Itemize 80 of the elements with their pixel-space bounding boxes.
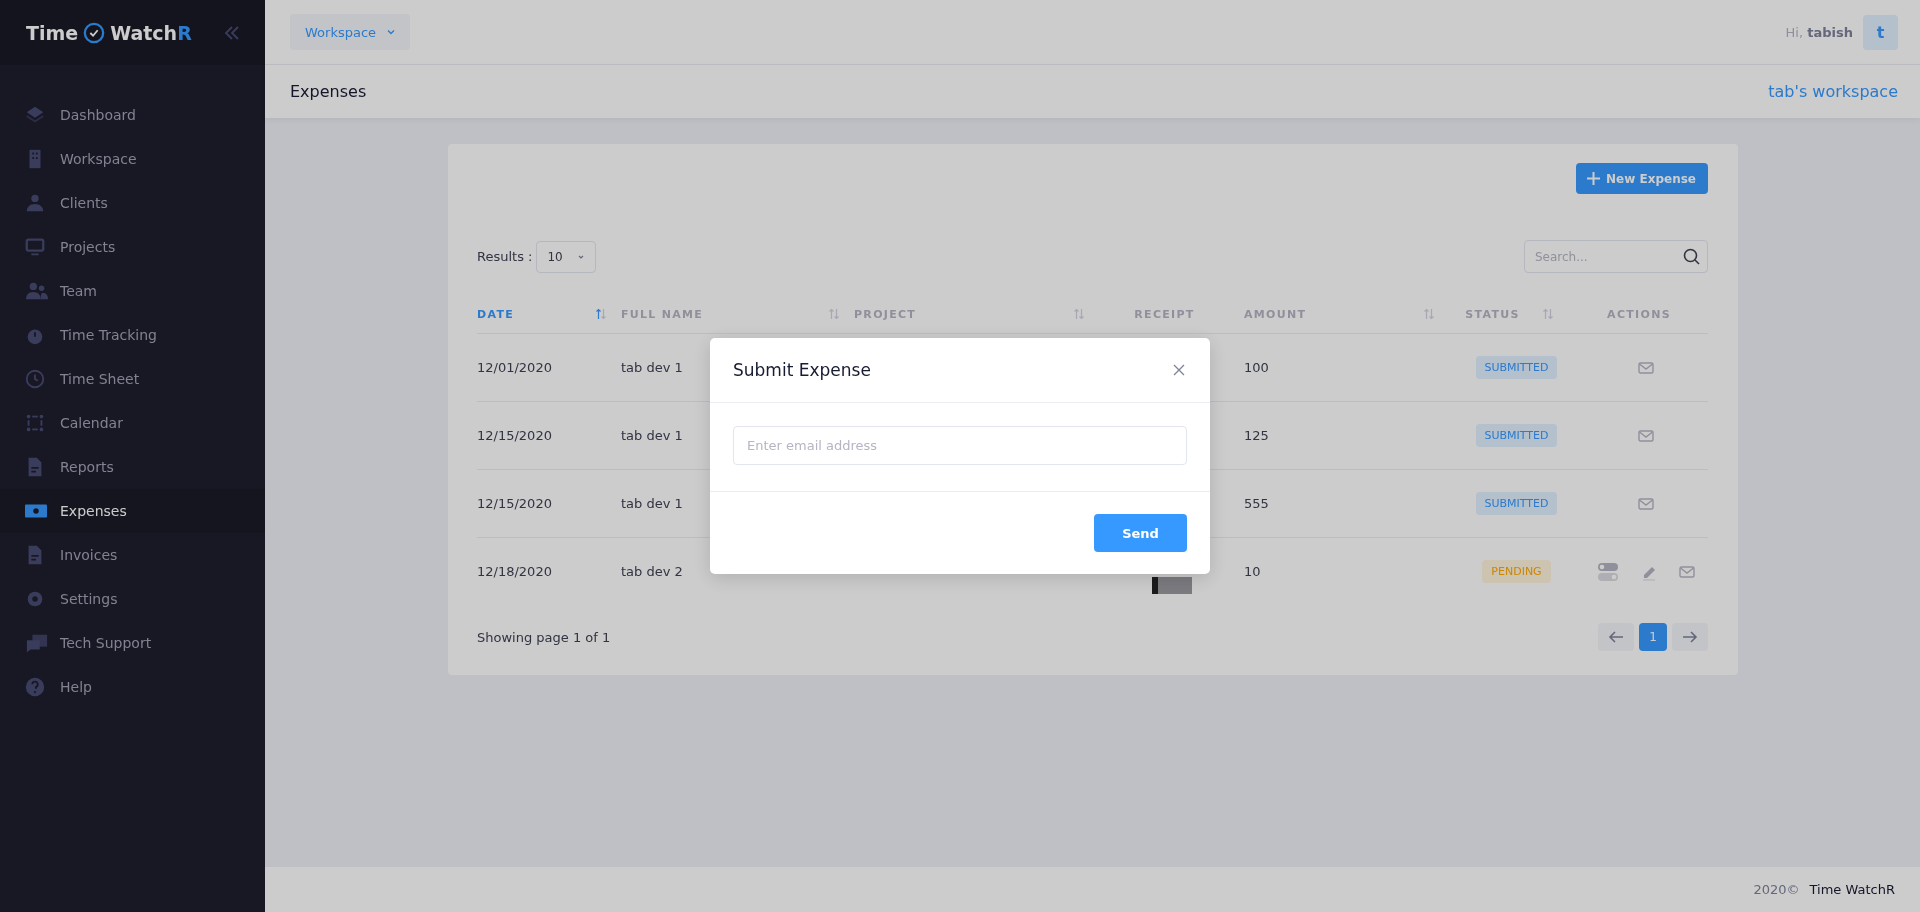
send-button[interactable]: Send <box>1094 514 1187 552</box>
status-badge: PENDING <box>1482 560 1551 583</box>
workspace-dropdown[interactable]: Workspace <box>290 14 411 50</box>
clock-icon <box>24 368 46 390</box>
date-cell: 12/15/2020 <box>477 496 552 511</box>
new-expense-button[interactable]: New Expense <box>1576 163 1708 194</box>
sidebar-item[interactable]: Clients <box>0 181 265 225</box>
name-cell: tab dev 1 <box>621 496 683 511</box>
column-header[interactable]: DATE <box>477 295 621 334</box>
envelope-icon <box>1638 496 1654 511</box>
receipt-thumbnail[interactable] <box>1151 577 1192 594</box>
previous-page-button[interactable] <box>1598 623 1634 651</box>
date-cell: 12/01/2020 <box>477 360 552 375</box>
sidebar-item[interactable]: Settings <box>0 577 265 621</box>
name-cell: tab dev 2 <box>621 564 683 579</box>
greeting-text: Hi, tabish <box>1785 24 1853 40</box>
close-button[interactable] <box>1171 362 1187 378</box>
toggle-button[interactable] <box>1597 561 1619 582</box>
results-label: Results : <box>477 249 533 264</box>
status-badge: SUBMITTED <box>1475 424 1558 447</box>
sidebar-item[interactable]: Time Sheet <box>0 357 265 401</box>
date-cell: 12/15/2020 <box>477 428 552 443</box>
chevron-down-icon <box>386 27 397 37</box>
page-title: Expenses <box>290 82 367 101</box>
double-chevron-left-icon[interactable] <box>223 23 241 42</box>
plus-icon <box>1586 171 1602 186</box>
logo-text: Time <box>26 21 79 44</box>
users-icon <box>24 280 50 302</box>
sidebar-item[interactable]: Invoices <box>0 533 265 577</box>
help-icon <box>24 676 46 698</box>
amount-cell: 125 <box>1244 428 1269 443</box>
status-badge: SUBMITTED <box>1475 492 1558 515</box>
amount-cell: 100 <box>1244 360 1269 375</box>
sidebar-item[interactable]: Reports <box>0 445 265 489</box>
email-button[interactable] <box>1679 564 1695 579</box>
sidebar-item[interactable]: Expenses <box>0 489 265 533</box>
sidebar-item[interactable]: Projects <box>0 225 265 269</box>
amount-cell: 555 <box>1244 496 1269 511</box>
date-cell: 12/18/2020 <box>477 564 552 579</box>
user-avatar[interactable]: t <box>1863 14 1898 50</box>
search-field[interactable]: Search... <box>1524 240 1708 273</box>
envelope-icon <box>1679 564 1695 579</box>
close-icon <box>1173 364 1185 376</box>
sidebar-item[interactable]: Calendar <box>0 401 265 445</box>
search-icon <box>1683 248 1700 265</box>
sidebar-item[interactable]: Tech Support <box>0 621 265 665</box>
footer-brand-link[interactable]: Time WatchR <box>1809 882 1895 897</box>
results-per-page-select[interactable]: 10 <box>536 240 596 273</box>
workspace-link[interactable]: tab's workspace <box>1768 82 1898 101</box>
calendar-icon <box>24 412 46 434</box>
arrow-left-icon <box>1608 630 1624 644</box>
email-button[interactable] <box>1638 428 1654 443</box>
copyright-year: 2020© <box>1753 882 1800 897</box>
toggle-icon <box>1597 561 1619 582</box>
chat-icon <box>24 632 50 654</box>
sidebar-item[interactable]: Dashboard <box>0 93 265 137</box>
email-button[interactable] <box>1638 496 1654 511</box>
column-header: ACTIONS <box>1584 295 1708 334</box>
sidebar-item[interactable]: Team <box>0 269 265 313</box>
sidebar-item[interactable]: Time Tracking <box>0 313 265 357</box>
status-badge: SUBMITTED <box>1475 356 1558 379</box>
monitor-icon <box>24 236 46 258</box>
email-field[interactable]: Enter email address <box>733 426 1187 465</box>
arrow-right-icon <box>1682 630 1698 644</box>
sidebar-item[interactable]: Help <box>0 665 265 709</box>
sidebar-item[interactable]: Workspace <box>0 137 265 181</box>
pagination-summary: Showing page 1 of 1 <box>477 629 611 645</box>
clock-check-icon <box>83 21 106 44</box>
next-page-button[interactable] <box>1672 623 1708 651</box>
page-button[interactable]: 1 <box>1639 623 1667 651</box>
envelope-icon <box>1638 360 1654 375</box>
name-cell: tab dev 1 <box>621 360 683 375</box>
email-button[interactable] <box>1638 360 1654 375</box>
logo-text: WatchR <box>110 21 192 44</box>
column-header: RECEIPT <box>1099 295 1244 334</box>
user-icon <box>24 192 46 214</box>
amount-cell: 10 <box>1244 564 1261 579</box>
name-cell: tab dev 1 <box>621 428 683 443</box>
modal-title: Submit Expense <box>733 360 871 380</box>
envelope-icon <box>1638 428 1654 443</box>
